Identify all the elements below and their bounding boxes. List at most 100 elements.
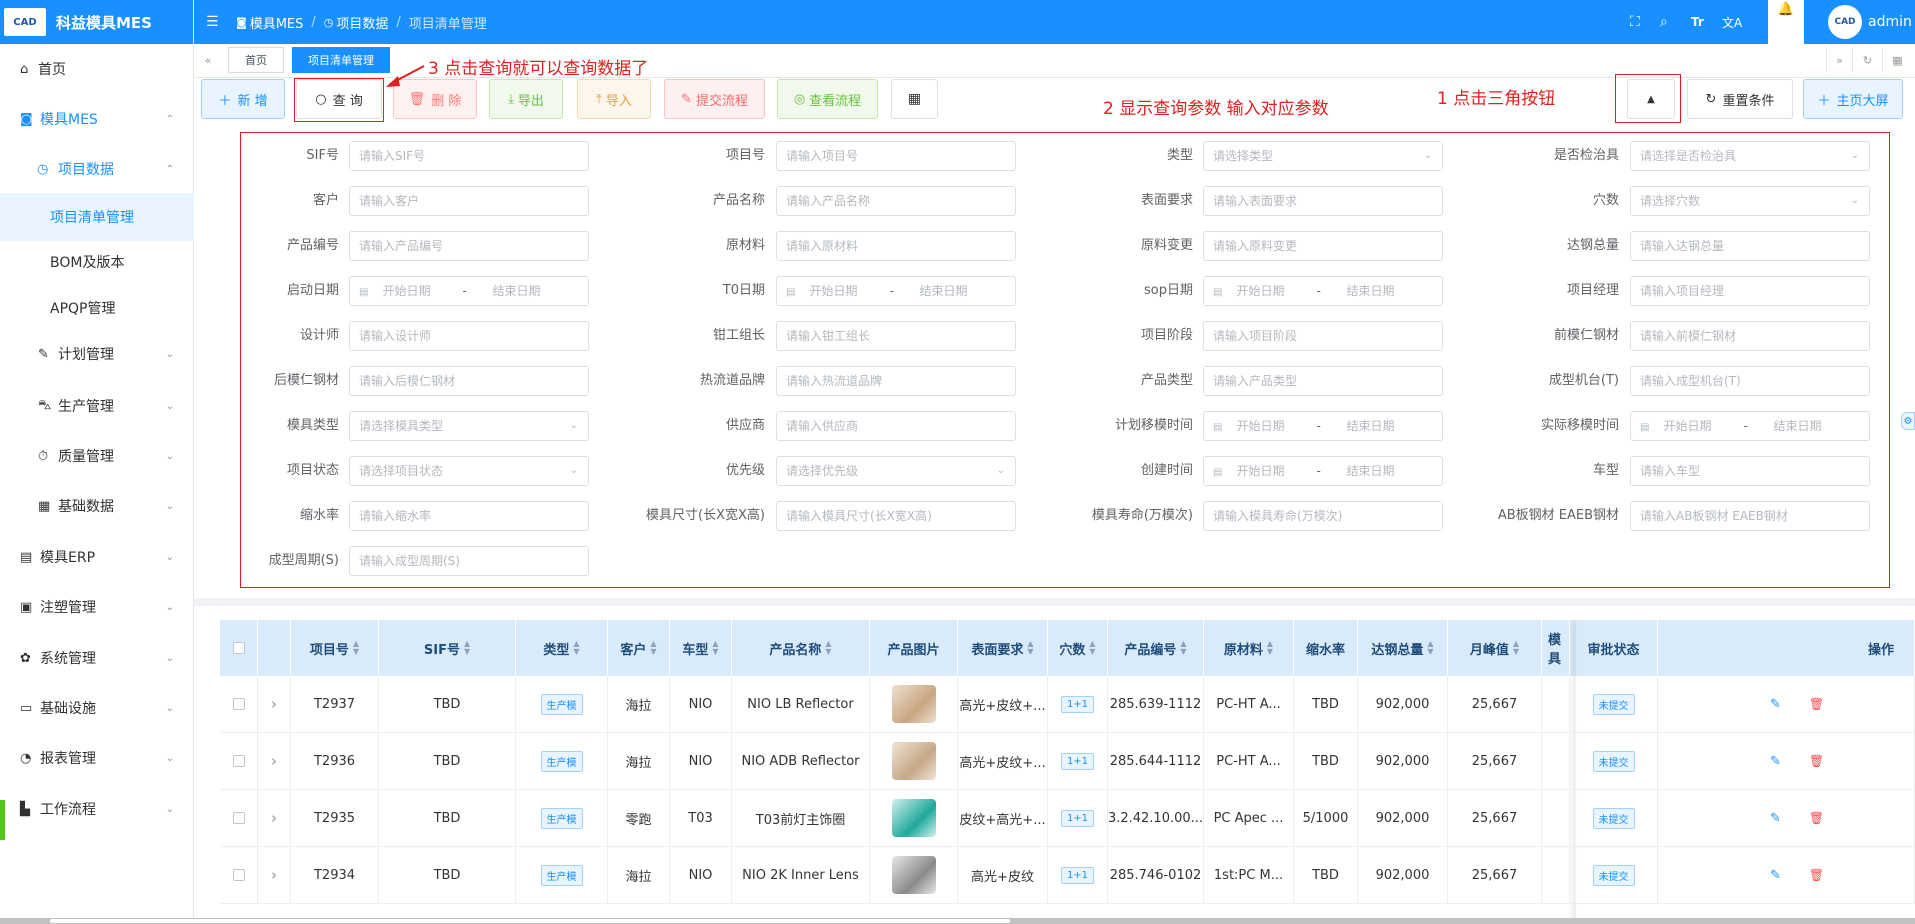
text-input[interactable]: 请输入产品名称 — [776, 186, 1016, 216]
sidebar-item[interactable]: ✿ 系统管理 ⌄ — [0, 634, 194, 682]
tag-project-list[interactable]: 项目清单管理 — [292, 47, 390, 73]
bell-icon[interactable]: 🔔 — [1768, 0, 1804, 44]
settings-float-icon[interactable]: ⚙ — [1901, 412, 1915, 430]
row-checkbox[interactable] — [232, 812, 245, 824]
text-input[interactable]: 请输入成型周期(S) — [349, 546, 589, 576]
expand-icon[interactable]: › — [271, 695, 277, 713]
table-header[interactable]: 客户 ▲ ▼ — [608, 620, 670, 676]
sort-icon[interactable]: ▲ ▼ — [1027, 640, 1033, 656]
table-header[interactable]: 类型 ▲ ▼ — [516, 620, 608, 676]
date-range-input[interactable]: ▤ 开始日期 - 结束日期 — [776, 276, 1016, 306]
sort-icon[interactable]: ▲ ▼ — [650, 640, 656, 656]
sidebar-item[interactable]: ⛍ 生产管理 ⌄ — [0, 382, 194, 430]
text-input[interactable]: 请输入达钢总量 — [1630, 231, 1870, 261]
submit-flow-button[interactable]: ✎ 提交流程 — [664, 79, 765, 119]
text-input[interactable]: 请输入SIF号 — [349, 141, 589, 171]
table-header[interactable]: 缩水率 — [1294, 620, 1358, 676]
breadcrumb-item[interactable]: 模具MES — [250, 13, 304, 32]
text-input[interactable]: 请输入原料变更 — [1203, 231, 1443, 261]
breadcrumb-item[interactable]: 项目数据 — [336, 13, 388, 32]
date-range-input[interactable]: ▤ 开始日期 - 结束日期 — [349, 276, 589, 306]
edit-icon[interactable]: ✎ — [1770, 697, 1781, 712]
date-range-input[interactable]: ▤ 开始日期 - 结束日期 — [1630, 411, 1870, 441]
trash-icon[interactable]: 🗑 — [1809, 754, 1824, 768]
text-input[interactable]: 请输入产品编号 — [349, 231, 589, 261]
select-all-checkbox[interactable] — [232, 642, 245, 654]
sort-icon[interactable]: ▲ ▼ — [573, 640, 579, 656]
table-header[interactable]: 操作 — [1658, 620, 1915, 676]
date-range-input[interactable]: ▤ 开始日期 - 结束日期 — [1203, 276, 1443, 306]
scroll-right-icon[interactable]: » — [1826, 47, 1852, 73]
row-checkbox[interactable] — [232, 698, 245, 710]
text-input[interactable]: 请输入成型机台(T) — [1630, 366, 1870, 396]
text-input[interactable]: 请输入项目经理 — [1630, 276, 1870, 306]
sidebar-item[interactable]: ▦ 基础数据 ⌄ — [0, 482, 194, 530]
text-input[interactable]: 请输入车型 — [1630, 456, 1870, 486]
sort-icon[interactable]: ▲ ▼ — [1267, 640, 1273, 656]
select-input[interactable]: 请选择项目状态 ⌄ — [349, 456, 589, 486]
sort-icon[interactable]: ▲ ▼ — [1089, 640, 1095, 656]
table-header[interactable]: 模具 — [1542, 620, 1570, 676]
trash-icon[interactable]: 🗑 — [1809, 697, 1824, 711]
expand-icon[interactable]: › — [271, 866, 277, 884]
date-range-input[interactable]: ▤ 开始日期 - 结束日期 — [1203, 456, 1443, 486]
product-image[interactable] — [891, 856, 936, 894]
sidebar-item[interactable]: ◔ 报表管理 ⌄ — [0, 734, 194, 782]
tag-home[interactable]: 首页 — [228, 47, 284, 73]
table-header[interactable]: 原材料 ▲ ▼ — [1204, 620, 1294, 676]
sort-icon[interactable]: ▲ ▼ — [1427, 640, 1433, 656]
row-checkbox[interactable] — [232, 869, 245, 881]
sort-icon[interactable]: ▲ ▼ — [1180, 640, 1186, 656]
export-button[interactable]: ⤓ 导出 — [489, 79, 563, 119]
table-header[interactable]: 产品编号 ▲ ▼ — [1108, 620, 1204, 676]
text-input[interactable]: 请输入热流道品牌 — [776, 366, 1016, 396]
select-input[interactable]: 请选择模具类型 ⌄ — [349, 411, 589, 441]
view-flow-button[interactable]: ◎ 查看流程 — [777, 79, 878, 119]
sidebar-item[interactable]: ▭ 基础设施 ⌄ — [0, 684, 194, 732]
sort-icon[interactable]: ▲ ▼ — [712, 640, 718, 656]
add-button[interactable]: ＋新 增 — [201, 79, 285, 119]
select-input[interactable]: 请选择穴数 ⌄ — [1630, 186, 1870, 216]
columns-toggle-button[interactable]: ▦ — [891, 79, 938, 119]
fullscreen-icon[interactable]: ⛶ — [1630, 0, 1640, 44]
scroll-left-icon[interactable]: « — [200, 47, 216, 73]
text-input[interactable]: 请输入原材料 — [776, 231, 1016, 261]
edit-icon[interactable]: ✎ — [1770, 754, 1781, 769]
text-input[interactable]: 请输入客户 — [349, 186, 589, 216]
product-image[interactable] — [891, 685, 936, 723]
sidebar-item[interactable]: ▤ 模具ERP ⌄ — [0, 533, 194, 581]
grid-menu-icon[interactable]: ▦ — [1882, 47, 1912, 73]
select-input[interactable]: 请选择优先级 ⌄ — [776, 456, 1016, 486]
sidebar-item[interactable]: APQP管理 — [0, 284, 194, 332]
text-input[interactable]: 请输入项目阶段 — [1203, 321, 1443, 351]
refresh-icon[interactable]: ↻ — [1852, 47, 1882, 73]
hamburger-icon[interactable]: ☰ — [206, 0, 219, 44]
reset-button[interactable]: ↻ 重置条件 — [1687, 79, 1793, 119]
sidebar-item[interactable]: ◙ 模具MES ⌃ — [0, 95, 194, 143]
product-image[interactable] — [891, 742, 936, 780]
sidebar-item[interactable]: ▣ 注塑管理 ⌄ — [0, 583, 194, 631]
sidebar-item[interactable]: ◷ 项目数据 ⌃ — [0, 145, 194, 193]
user-menu[interactable]: CAD admin — [1828, 0, 1912, 44]
app-logo[interactable]: CAD 科益模具MES — [0, 0, 193, 44]
scrollbar-thumb[interactable] — [50, 919, 1010, 923]
import-button[interactable]: ⤒ 导入 — [577, 79, 651, 119]
table-header[interactable]: 表面要求 ▲ ▼ — [958, 620, 1048, 676]
sidebar-item[interactable]: ✎ 计划管理 ⌄ — [0, 330, 194, 378]
font-size-icon[interactable]: Tr — [1691, 0, 1704, 44]
text-input[interactable]: 请输入项目号 — [776, 141, 1016, 171]
table-header[interactable]: 车型 ▲ ▼ — [670, 620, 732, 676]
table-header[interactable]: 穴数 ▲ ▼ — [1048, 620, 1108, 676]
language-icon[interactable]: 文A — [1722, 0, 1742, 44]
text-input[interactable]: 请输入产品类型 — [1203, 366, 1443, 396]
text-input[interactable]: 请输入模具尺寸(长X宽X高) — [776, 501, 1016, 531]
select-input[interactable]: 请选择是否检治具 ⌄ — [1630, 141, 1870, 171]
table-header[interactable]: 达钢总量 ▲ ▼ — [1358, 620, 1448, 676]
sort-icon[interactable]: ▲ ▼ — [464, 640, 470, 656]
expand-icon[interactable]: › — [271, 752, 277, 770]
product-image[interactable] — [891, 799, 936, 837]
table-header[interactable]: 产品名称 ▲ ▼ — [732, 620, 870, 676]
edit-icon[interactable]: ✎ — [1770, 811, 1781, 826]
text-input[interactable]: 请输入表面要求 — [1203, 186, 1443, 216]
table-header[interactable]: 月峰值 ▲ ▼ — [1448, 620, 1542, 676]
